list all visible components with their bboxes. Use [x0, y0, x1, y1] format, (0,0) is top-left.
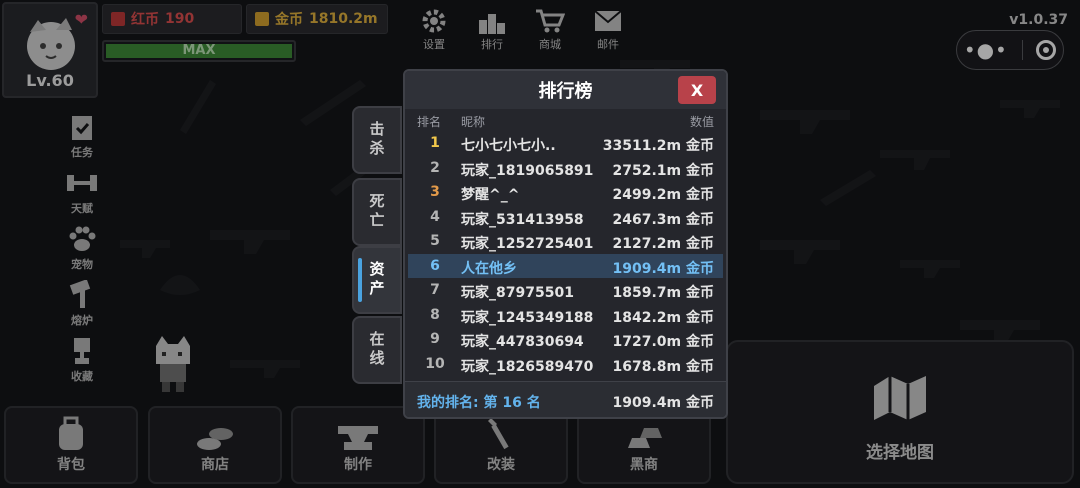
row-value: 2467.3m 金币	[612, 211, 715, 228]
row-rank: 4	[430, 208, 440, 225]
table-row-highlighted[interactable]: 6 人在他乡 1909.4m 金币	[408, 253, 723, 278]
table-row[interactable]: 1 七小七小七小.. 33511.2m 金币	[405, 131, 726, 156]
row-name: 梦醒^_^	[461, 187, 520, 203]
row-value: 1842.2m 金币	[612, 309, 715, 326]
row-value: 2499.2m 金币	[612, 187, 715, 203]
row-rank: 8	[430, 306, 440, 323]
tab-assets[interactable]: 资产	[352, 246, 402, 314]
row-name: 玩家_87975501	[461, 285, 574, 301]
table-row[interactable]: 2 玩家_1819065891 2752.1m 金币	[405, 156, 726, 181]
table-row[interactable]: 4 玩家_531413958 2467.3m 金币	[405, 205, 726, 230]
table-row[interactable]: 8 玩家_1245349188 1842.2m 金币	[405, 303, 726, 328]
tab-kills[interactable]: 击杀	[352, 106, 402, 174]
leaderboard-title: 排行榜	[538, 81, 593, 102]
my-rank-value: 1909.4m 金币	[612, 395, 715, 411]
row-rank: 7	[430, 282, 440, 298]
tab-online-label: 在线	[367, 331, 386, 369]
row-name: 玩家_447830694	[461, 334, 584, 350]
leaderboard-column-header: 排名 昵称 数值	[405, 109, 726, 131]
row-rank: 3	[430, 184, 440, 200]
table-row[interactable]: 5 玩家_1252725401 2127.2m 金币	[405, 229, 726, 254]
leaderboard-dialog: 排行榜 X 排名 昵称 数值 1 七小七小七小.. 33511.2m 金币 2 玩家_…	[403, 69, 728, 419]
row-rank: 1	[430, 135, 440, 151]
row-value: 1727.0m 金币	[612, 334, 715, 350]
close-button[interactable]: X	[678, 76, 716, 104]
tab-deaths-label: 死亡	[367, 193, 386, 231]
tab-deaths[interactable]: 死亡	[352, 178, 402, 246]
row-rank: 6	[430, 257, 440, 274]
table-row[interactable]: 9 玩家_447830694 1727.0m 金币	[405, 327, 726, 352]
my-rank-label: 我的排名: 第 16 名	[417, 395, 541, 411]
row-rank: 5	[430, 233, 440, 249]
table-row[interactable]: 7 玩家_87975501 1859.7m 金币	[405, 278, 726, 303]
table-row[interactable]: 3 梦醒^_^ 2499.2m 金币	[405, 180, 726, 205]
row-name: 玩家_1252725401	[461, 236, 594, 252]
row-value: 1859.7m 金币	[612, 285, 715, 301]
tab-assets-label: 资产	[367, 261, 386, 299]
row-value: 33511.2m 金币	[602, 138, 714, 154]
column-name: 昵称	[461, 115, 486, 129]
leaderboard-rows: 1 七小七小七小.. 33511.2m 金币 2 玩家_1819065891 2752.…	[405, 131, 726, 376]
tab-online[interactable]: 在线	[352, 316, 402, 384]
row-rank: 10	[425, 355, 445, 372]
row-name: 玩家_1826589470	[461, 358, 594, 375]
row-name: 人在他乡	[461, 260, 517, 277]
column-rank: 排名	[417, 115, 442, 129]
close-icon: X	[690, 80, 704, 100]
row-rank: 9	[430, 331, 440, 347]
row-name: 玩家_531413958	[461, 211, 584, 228]
leaderboard-header: 排行榜 X	[405, 71, 726, 109]
row-value: 1678.8m 金币	[612, 358, 715, 375]
row-name: 玩家_1245349188	[461, 309, 594, 326]
row-rank: 2	[430, 159, 440, 176]
my-rank-footer: 我的排名: 第 16 名 1909.4m 金币	[405, 381, 726, 417]
column-value: 数值	[689, 115, 714, 129]
tab-kills-label: 击杀	[367, 121, 386, 159]
row-name: 七小七小七小..	[461, 138, 556, 154]
row-value: 2752.1m 金币	[612, 162, 715, 179]
row-value: 2127.2m 金币	[612, 236, 715, 252]
row-name: 玩家_1819065891	[461, 162, 594, 179]
row-value: 1909.4m 金币	[612, 260, 715, 277]
table-row[interactable]: 10 玩家_1826589470 1678.8m 金币	[405, 352, 726, 377]
